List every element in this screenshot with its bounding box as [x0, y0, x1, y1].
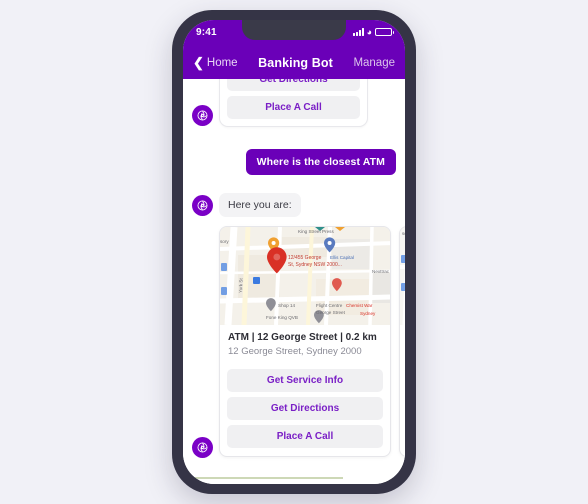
place-card[interactable]: sory ATM | 1 12	[399, 226, 405, 457]
bot-avatar-icon	[192, 195, 213, 216]
place-card-carousel[interactable]: King Street Press sory Ellis Capital Nex…	[183, 226, 405, 457]
status-time: 9:41	[196, 26, 217, 38]
message-row-quick-replies: Get Directions Place A Call	[183, 79, 405, 127]
svg-text:Chemist War: Chemist War	[346, 303, 373, 308]
svg-text:St, Sydney NSW 2000...: St, Sydney NSW 2000...	[288, 262, 342, 268]
nav-header: ❮ Home Banking Bot Manage	[183, 46, 405, 79]
status-bar: 9:41 ◕	[183, 20, 405, 46]
quick-reply-card: Get Directions Place A Call	[219, 79, 368, 127]
bot-avatar-icon	[192, 437, 213, 458]
svg-text:Shop 14: Shop 14	[278, 303, 296, 308]
conversation-list[interactable]: Get Directions Place A Call Where is the…	[183, 79, 405, 477]
wifi-icon: ◕	[366, 27, 372, 37]
map-thumbnail[interactable]: sory	[400, 227, 405, 325]
place-card-subtitle: 12 George Street, Sydney 2000	[228, 346, 362, 357]
manage-button[interactable]: Manage	[353, 57, 395, 69]
message-row-bot: Here you are:	[183, 193, 405, 217]
place-card-title: ATM | 12 George Street | 0.2 km	[228, 332, 377, 343]
battery-icon	[375, 28, 394, 36]
svg-text:sory: sory	[220, 239, 229, 244]
page-title: Banking Bot	[258, 55, 333, 70]
get-service-info-button[interactable]: Get Service Info	[227, 369, 383, 392]
back-home-label: Home	[206, 56, 238, 69]
place-card-info: ATM | 1 12	[400, 325, 405, 361]
back-home-button[interactable]: ❮ Home	[193, 56, 238, 69]
user-message-bubble: Where is the closest ATM	[245, 149, 396, 175]
quick-reply-place-a-call[interactable]: Place A Call	[227, 96, 360, 119]
status-icons: ◕	[352, 27, 394, 37]
chevron-left-icon: ❮	[193, 55, 204, 70]
svg-text:12/455 George: 12/455 George	[288, 255, 322, 261]
place-a-call-button[interactable]: Place A Call	[227, 425, 383, 448]
svg-text:Ellis Capital: Ellis Capital	[330, 255, 354, 260]
phone-screen: 9:41 ◕ ❮ Home Banking Bot Manage Get Dir…	[183, 20, 405, 484]
svg-text:King Street Press: King Street Press	[298, 229, 334, 234]
map-thumbnail[interactable]: King Street Press sory Ellis Capital Nex…	[220, 227, 390, 325]
svg-text:sory: sory	[402, 231, 405, 236]
svg-text:George Street: George Street	[316, 310, 346, 315]
place-card-info: ATM | 12 George Street | 0.2 km 12 Georg…	[220, 325, 390, 361]
message-row-user: Where is the closest ATM	[183, 149, 405, 175]
notch	[242, 20, 346, 40]
place-card-actions: Get Service Info Get Directions Place A …	[220, 361, 390, 456]
carousel-avatar-wrap	[192, 437, 213, 459]
composer-bar: 🎤 ☰	[183, 478, 405, 484]
bot-message-bubble: Here you are:	[219, 193, 301, 217]
quick-reply-get-directions[interactable]: Get Directions	[227, 79, 360, 91]
place-card-actions	[400, 361, 405, 456]
svg-text:Flight Centre: Flight Centre	[316, 303, 343, 308]
svg-text:Fone King QVB: Fone King QVB	[266, 315, 298, 320]
signal-bars-icon	[352, 28, 364, 36]
get-directions-button[interactable]: Get Directions	[227, 397, 383, 420]
bot-avatar-icon	[192, 105, 213, 126]
svg-text:York St: York St	[238, 278, 244, 294]
place-card[interactable]: King Street Press sory Ellis Capital Nex…	[219, 226, 391, 457]
svg-text:Nexttrac: Nexttrac	[372, 269, 390, 274]
phone-frame: 9:41 ◕ ❮ Home Banking Bot Manage Get Dir…	[172, 10, 416, 494]
svg-text:Sydney: Sydney	[360, 311, 376, 316]
